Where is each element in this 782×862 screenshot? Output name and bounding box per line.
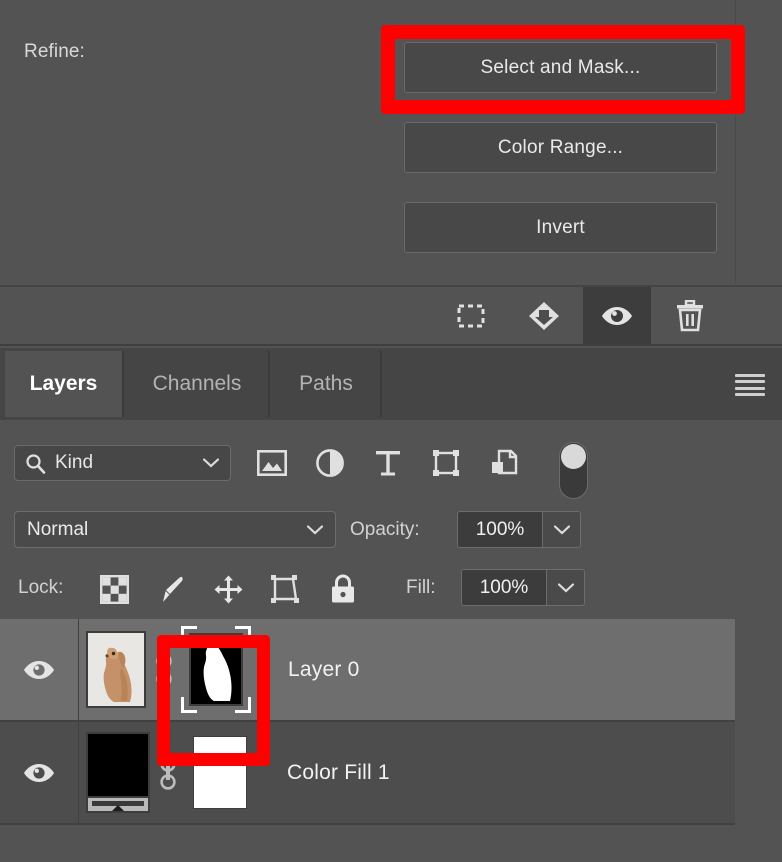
black-color-fill-swatch[interactable] xyxy=(86,732,150,813)
smart-object-filter-icon[interactable] xyxy=(487,445,521,481)
hamburger-menu-icon[interactable] xyxy=(735,374,765,396)
visibility-eye-icon[interactable] xyxy=(583,287,651,344)
layer-link-icon[interactable] xyxy=(150,754,185,792)
gradient-slider-strip xyxy=(88,796,148,811)
layers-panel: Kind Normal Opacity: 100% Lock: Fill: 10… xyxy=(0,420,782,862)
blend-opacity-row: Normal Opacity: 100% xyxy=(0,503,782,561)
blend-mode-dropdown[interactable]: Normal xyxy=(14,511,336,548)
white-layer-mask xyxy=(193,736,247,809)
invert-button[interactable]: Invert xyxy=(404,202,717,253)
layer-list-gutter xyxy=(735,619,782,825)
lock-transparency-icon[interactable] xyxy=(98,571,131,607)
layer-list: Layer 0 Color Fill 1 xyxy=(0,619,782,825)
color-range-button[interactable]: Color Range... xyxy=(404,122,717,173)
opacity-label: Opacity: xyxy=(350,519,420,540)
search-icon xyxy=(25,453,46,474)
layer-link-icon[interactable] xyxy=(146,651,181,689)
refine-label: Refine: xyxy=(24,41,85,62)
lock-position-icon[interactable] xyxy=(212,571,245,607)
fill-input[interactable]: 100% xyxy=(461,569,547,606)
pixel-layer-filter-icon[interactable] xyxy=(255,445,289,481)
layer-filter-row: Kind xyxy=(0,420,782,503)
layer-thumbnails xyxy=(86,619,251,720)
table-row[interactable]: Layer 0 xyxy=(0,619,735,722)
fill-label: Fill: xyxy=(406,577,436,598)
select-and-mask-button[interactable]: Select and Mask... xyxy=(404,42,717,93)
filter-kind-dropdown[interactable]: Kind xyxy=(14,445,231,481)
dog-photo-thumbnail[interactable] xyxy=(86,631,146,708)
toggle-knob xyxy=(561,444,586,469)
adjustment-layer-filter-icon[interactable] xyxy=(313,445,347,481)
slider-marker xyxy=(112,805,124,811)
chevron-down-icon xyxy=(307,524,323,535)
trash-icon[interactable] xyxy=(656,287,724,344)
lock-all-icon[interactable] xyxy=(326,571,359,607)
filter-kind-value: Kind xyxy=(55,452,94,473)
layer-name[interactable]: Color Fill 1 xyxy=(287,722,390,823)
opacity-stepper[interactable] xyxy=(543,511,581,548)
select-pixels-icon[interactable] xyxy=(437,287,505,344)
lock-artboard-nesting-icon[interactable] xyxy=(269,571,302,607)
layer-thumbnails xyxy=(86,722,255,823)
lock-image-pixels-icon[interactable] xyxy=(155,571,188,607)
opacity-input[interactable]: 100% xyxy=(457,511,543,548)
lock-row: Lock: Fill: 100% xyxy=(0,561,782,619)
tab-layers[interactable]: Layers xyxy=(5,351,124,417)
tab-channels[interactable]: Channels xyxy=(126,351,270,417)
filter-type-icons xyxy=(255,445,521,481)
panel-tab-strip: Layers Channels Paths xyxy=(0,348,782,420)
fill-stepper[interactable] xyxy=(547,569,585,606)
channel-action-bar xyxy=(0,285,782,346)
refine-panel: Refine: Select and Mask... Color Range..… xyxy=(0,0,782,284)
lock-label: Lock: xyxy=(18,577,64,598)
layer-name[interactable]: Layer 0 xyxy=(288,619,359,720)
blend-mode-value: Normal xyxy=(27,518,89,540)
dog-silhouette-layer-mask xyxy=(189,633,243,706)
filter-enable-toggle[interactable] xyxy=(559,442,588,499)
tab-paths[interactable]: Paths xyxy=(272,351,382,417)
load-selection-icon[interactable] xyxy=(510,287,578,344)
layer-mask-thumbnail[interactable] xyxy=(185,729,255,816)
panel-divider xyxy=(735,0,736,284)
table-row[interactable]: Color Fill 1 xyxy=(0,722,735,825)
layer-visibility-eye-icon[interactable] xyxy=(0,722,79,823)
lock-icon-group xyxy=(98,571,359,607)
layer-mask-thumbnail[interactable] xyxy=(181,626,251,713)
shape-layer-filter-icon[interactable] xyxy=(429,445,463,481)
layer-visibility-eye-icon[interactable] xyxy=(0,619,79,720)
chevron-down-icon xyxy=(203,458,219,468)
type-layer-filter-icon[interactable] xyxy=(371,445,405,481)
fill-color-swatch xyxy=(88,734,148,796)
